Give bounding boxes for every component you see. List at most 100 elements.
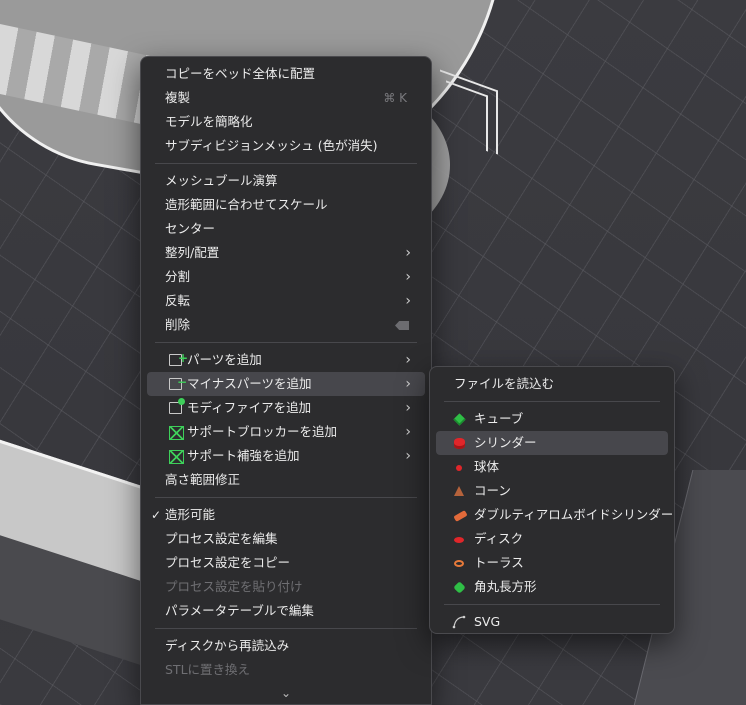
menu-separator — [444, 604, 660, 605]
menu-item-duplicate[interactable]: 複製 ⌘ K — [147, 86, 425, 110]
menu-item-copy-process[interactable]: プロセス設定をコピー — [147, 551, 425, 575]
menu-item-printable[interactable]: ✓ 造形可能 — [147, 503, 425, 527]
menu-item-label: ディスク — [474, 531, 524, 546]
shortcut-label: ⌘ K — [383, 91, 407, 105]
menu-item-label: サブディビジョンメッシュ (色が消失) — [165, 138, 378, 153]
submenu-item-cone[interactable]: コーン — [436, 479, 668, 503]
delete-key-icon — [395, 321, 409, 330]
menu-item-label: ファイルを読込む — [454, 376, 555, 391]
negative-part-icon — [169, 370, 187, 394]
menu-separator — [155, 497, 417, 498]
menu-item-label: サポートブロッカーを追加 — [187, 424, 338, 439]
submenu-item-cube[interactable]: キューブ — [436, 407, 668, 431]
menu-item-align[interactable]: 整列/配置 › — [147, 241, 425, 265]
torus-icon — [454, 560, 464, 567]
menu-item-label: プロセス設定を編集 — [165, 531, 278, 546]
chevron-right-icon: › — [405, 376, 411, 392]
menu-item-add-support-blocker[interactable]: サポートブロッカーを追加 › — [147, 420, 425, 444]
menu-separator — [444, 401, 660, 402]
menu-item-mirror[interactable]: 反転 › — [147, 289, 425, 313]
menu-separator — [155, 628, 417, 629]
menu-item-label: プロセス設定をコピー — [165, 555, 291, 570]
chevron-right-icon: › — [405, 293, 411, 309]
menu-item-label: SVG — [474, 614, 501, 629]
chevron-right-icon: › — [405, 269, 411, 285]
rounded-rect-icon — [453, 581, 466, 594]
menu-item-label: STLに置き換え — [165, 662, 251, 677]
menu-item-center[interactable]: センター — [147, 217, 425, 241]
menu-item-edit-process[interactable]: プロセス設定を編集 — [147, 527, 425, 551]
menu-item-label: 整列/配置 — [165, 245, 220, 260]
menu-item-label: シリンダー — [474, 435, 537, 450]
chevron-right-icon: › — [405, 352, 411, 368]
menu-item-label: トーラス — [474, 555, 524, 570]
menu-item-reload-from-disk[interactable]: ディスクから再読込み — [147, 634, 425, 658]
menu-item-mesh-boolean[interactable]: メッシュブール演算 — [147, 169, 425, 193]
menu-item-label: 高さ範囲修正 — [165, 472, 241, 487]
support-blocker-icon — [169, 426, 184, 440]
menu-item-label: 造形可能 — [165, 507, 216, 522]
object-context-menu: コピーをベッド全体に配置 複製 ⌘ K モデルを簡略化 サブディビジョンメッシュ … — [140, 56, 432, 705]
chevron-right-icon: › — [405, 448, 411, 464]
menu-item-add-support-enforcer[interactable]: サポート補強を追加 › — [147, 444, 425, 468]
submenu-item-double-teardrop[interactable]: ダブルティアロムボイドシリンダー — [436, 503, 673, 527]
menu-item-label: プロセス設定を貼り付け — [165, 579, 303, 594]
menu-item-add-part[interactable]: パーツを追加 › — [147, 346, 425, 372]
menu-item-label: 複製 — [165, 90, 191, 105]
menu-item-simplify[interactable]: モデルを簡略化 — [147, 110, 425, 134]
menu-separator — [155, 163, 417, 164]
menu-item-subdivision[interactable]: サブディビジョンメッシュ (色が消失) — [147, 134, 425, 158]
menu-item-label: メッシュブール演算 — [165, 173, 278, 188]
menu-item-label: コピーをベッド全体に配置 — [165, 66, 316, 81]
menu-item-label: 球体 — [474, 459, 500, 474]
menu-item-scale-to-fit[interactable]: 造形範囲に合わせてスケール — [147, 193, 425, 217]
chevron-right-icon: › — [405, 245, 411, 261]
menu-item-delete[interactable]: 削除 — [147, 313, 425, 337]
menu-separator — [155, 342, 417, 343]
menu-item-label: 角丸長方形 — [474, 579, 537, 594]
menu-item-label: パラメータテーブルで編集 — [165, 603, 314, 618]
menu-item-label: コーン — [474, 483, 511, 498]
scroll-down-chevron-icon[interactable]: ⌄ — [141, 686, 431, 700]
menu-item-paste-process: プロセス設定を貼り付け — [147, 575, 425, 599]
menu-item-replace-stl: STLに置き換え — [147, 658, 425, 682]
menu-item-label: センター — [165, 221, 216, 236]
modifier-icon — [169, 398, 185, 414]
chevron-right-icon: › — [405, 424, 411, 440]
cone-icon — [454, 486, 464, 496]
cube-icon — [453, 413, 466, 426]
checkmark-icon: ✓ — [151, 508, 162, 522]
submenu-item-sphere[interactable]: 球体 — [436, 455, 668, 479]
submenu-item-rounded-rect[interactable]: 角丸長方形 — [436, 575, 668, 599]
menu-item-label: サポート補強を追加 — [187, 448, 300, 463]
menu-item-add-negative-part[interactable]: マイナスパーツを追加 › — [147, 370, 425, 396]
negative-part-submenu: ファイルを読込む キューブ シリンダー 球体 コーン ダブルティアロムボイドシリ… — [429, 366, 675, 634]
menu-item-label: 削除 — [165, 317, 191, 332]
submenu-item-svg[interactable]: SVG — [436, 610, 668, 634]
menu-item-label: 造形範囲に合わせてスケール — [165, 197, 328, 212]
menu-item-split[interactable]: 分割 › — [147, 265, 425, 289]
menu-item-add-modifier[interactable]: モディファイアを追加 › — [147, 396, 425, 420]
submenu-item-torus[interactable]: トーラス — [436, 551, 668, 575]
submenu-item-disc[interactable]: ディスク — [436, 527, 668, 551]
menu-item-label: ダブルティアロムボイドシリンダー — [474, 507, 674, 522]
menu-item-label: 分割 — [165, 269, 191, 284]
submenu-item-load-file[interactable]: ファイルを読込む — [436, 372, 668, 396]
double-teardrop-icon — [453, 510, 468, 522]
add-part-icon — [169, 346, 188, 370]
menu-item-edit-in-table[interactable]: パラメータテーブルで編集 — [147, 599, 425, 623]
svg-path-icon — [452, 615, 466, 629]
support-enforcer-icon — [169, 450, 184, 464]
menu-item-label: モデルを簡略化 — [165, 114, 253, 129]
menu-item-label: モディファイアを追加 — [187, 400, 312, 415]
menu-item-label: 反転 — [165, 293, 191, 308]
disc-icon — [454, 537, 464, 543]
menu-item-label: パーツを追加 — [187, 352, 262, 367]
cylinder-icon — [454, 438, 465, 449]
menu-item-fill-bed[interactable]: コピーをベッド全体に配置 — [147, 62, 425, 86]
menu-item-label: マイナスパーツを追加 — [187, 376, 312, 391]
menu-item-height-range[interactable]: 高さ範囲修正 — [147, 468, 425, 492]
sphere-icon — [456, 465, 462, 471]
submenu-item-cylinder[interactable]: シリンダー — [436, 431, 668, 455]
chevron-right-icon: › — [405, 400, 411, 416]
